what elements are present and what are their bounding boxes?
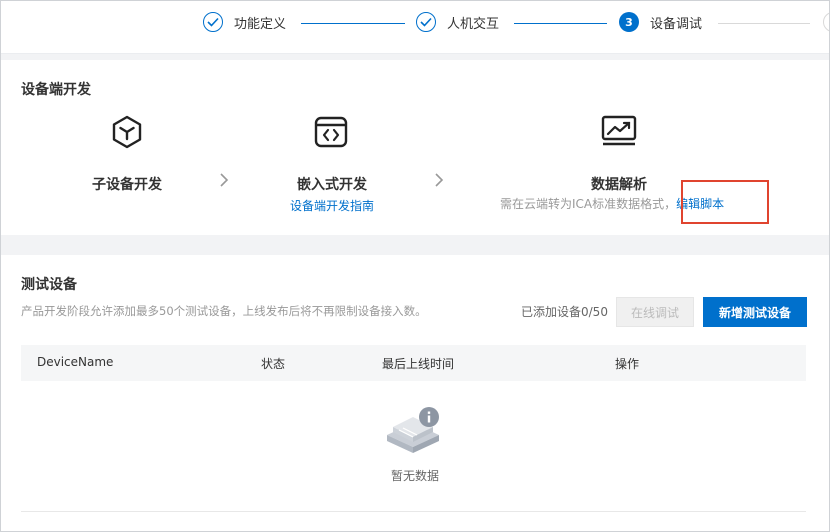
- highlight-annotation: [681, 180, 769, 224]
- cube-icon: [111, 115, 143, 153]
- chevron-right-icon: [219, 172, 229, 191]
- step-label: 人机交互: [447, 16, 500, 32]
- check-icon: [203, 12, 223, 32]
- step-feature-definition[interactable]: 功能定义: [203, 12, 286, 32]
- column-header-status: 状态: [261, 357, 286, 371]
- test-device-card: 测试设备 产品开发阶段允许添加最多50个测试设备，上线发布后将不再限制设备接入数…: [1, 255, 829, 531]
- sub-device-dev: 子设备开发: [67, 174, 187, 194]
- column-header-actions: 操作: [615, 357, 640, 371]
- chevron-right-icon: [434, 172, 444, 191]
- step-number: 3: [619, 12, 639, 32]
- embedded-dev: 嵌入式开发 设备端开发指南: [267, 174, 397, 214]
- item-title: 子设备开发: [92, 177, 162, 193]
- step-connector: [718, 23, 810, 24]
- desc-text: 需在云端转为ICA标准数据格式，: [500, 197, 677, 211]
- item-title: 数据解析: [591, 177, 647, 193]
- empty-data-icon: [383, 405, 445, 461]
- device-count: 已添加设备0/50: [521, 305, 608, 319]
- column-header-devicename: DeviceName: [37, 355, 114, 369]
- code-window-icon: [314, 116, 348, 152]
- online-debug-button[interactable]: 在线调试: [616, 297, 694, 327]
- add-test-device-button[interactable]: 新增测试设备: [703, 297, 807, 327]
- check-icon: [416, 12, 436, 32]
- test-device-hint: 产品开发阶段允许添加最多50个测试设备，上线发布后将不再限制设备接入数。: [21, 304, 427, 318]
- section-title: 设备端开发: [21, 82, 91, 98]
- step-connector: [301, 23, 405, 24]
- section-title: 测试设备: [21, 277, 77, 293]
- empty-data-text: 暂无数据: [390, 469, 439, 483]
- table-bottom-divider: [21, 511, 806, 512]
- device-dev-guide-link[interactable]: 设备端开发指南: [267, 197, 397, 214]
- step-label: 设备调试: [650, 16, 703, 32]
- step-connector: [514, 23, 607, 24]
- item-title: 嵌入式开发: [297, 177, 367, 193]
- step-label: 功能定义: [234, 16, 287, 32]
- data-parse: 数据解析: [559, 174, 679, 194]
- next-step-circle: [823, 12, 829, 32]
- progress-stepper: 功能定义 人机交互 3 设备调试: [1, 1, 829, 54]
- step-hmi[interactable]: 人机交互: [416, 12, 499, 32]
- column-header-last-online: 最后上线时间: [382, 357, 455, 371]
- table-header: DeviceName 状态 最后上线时间 操作: [21, 345, 806, 381]
- chart-icon: [601, 115, 637, 151]
- app-frame: 功能定义 人机交互 3 设备调试 设备端开发 子设备开发 嵌入式开发 设备端开发…: [0, 0, 830, 532]
- step-device-debug[interactable]: 3 设备调试: [619, 12, 702, 32]
